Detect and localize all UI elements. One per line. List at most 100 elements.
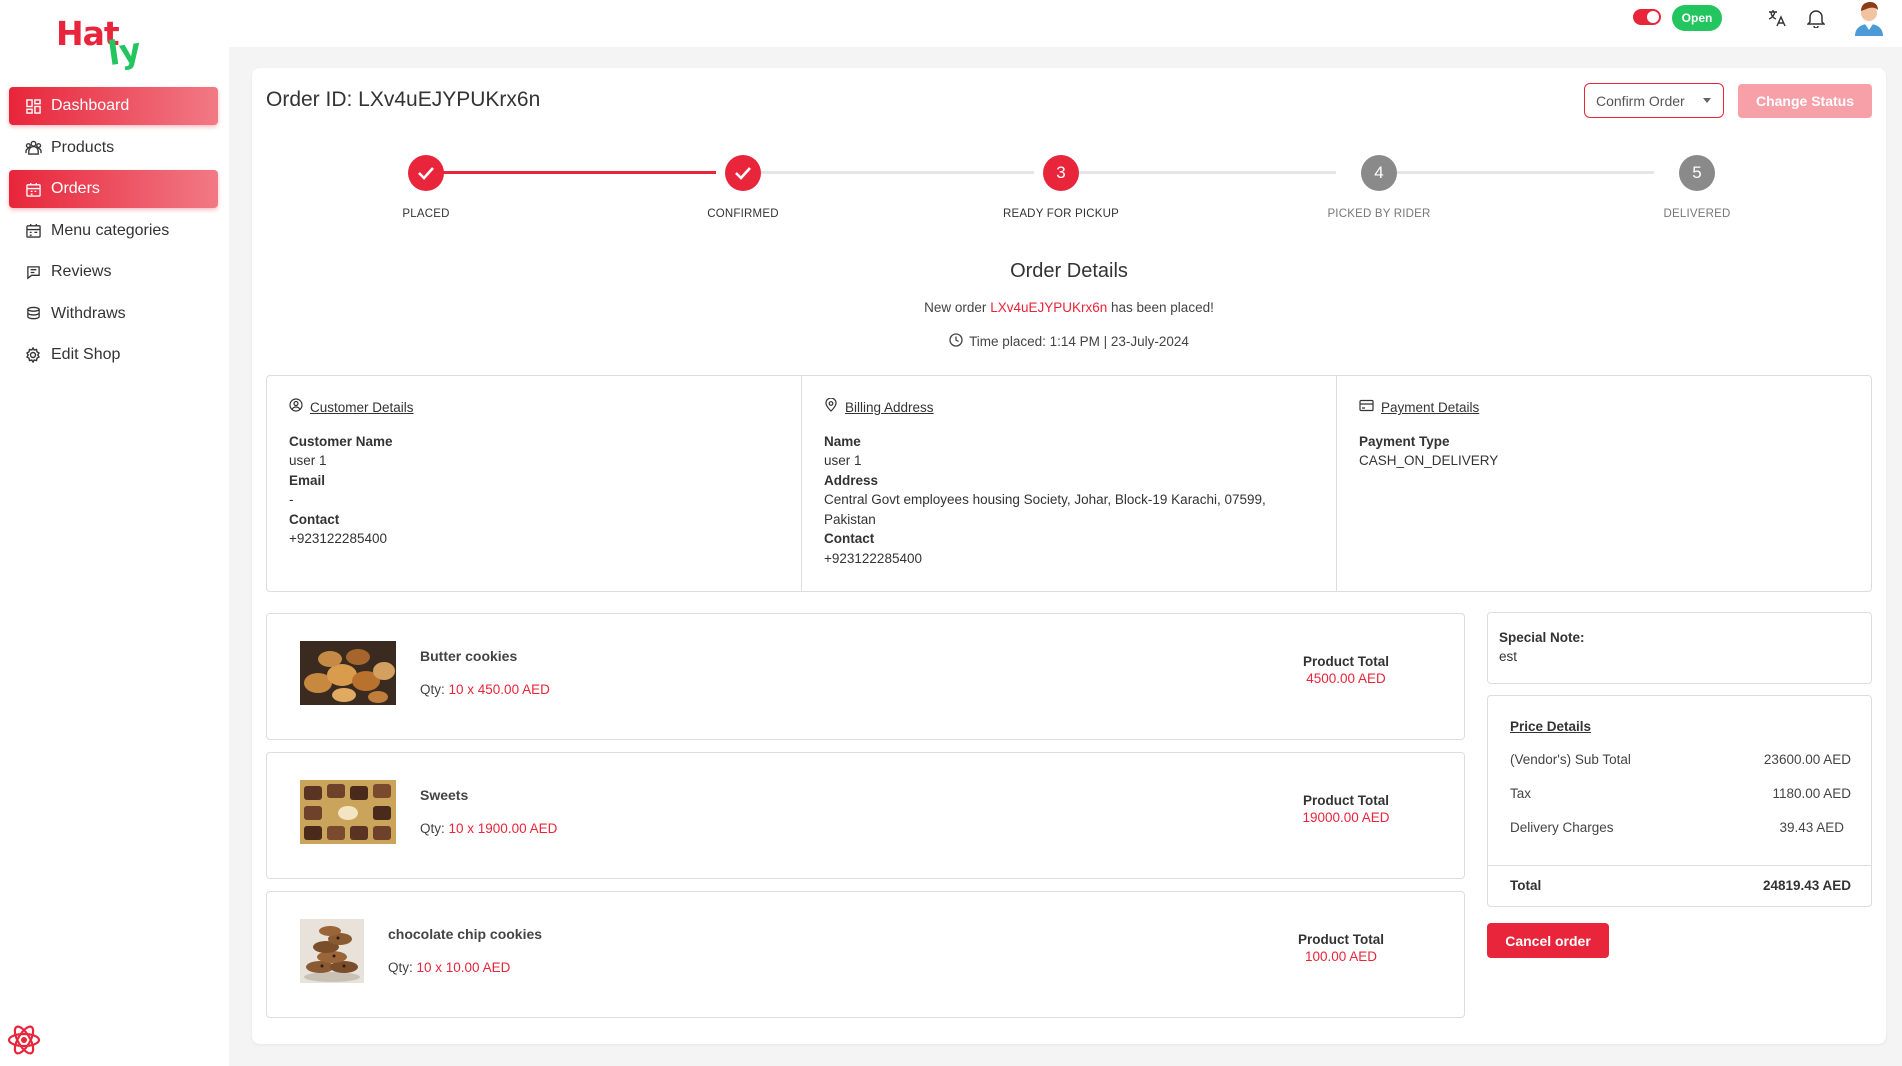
order-status-select-value: Confirm Order <box>1596 92 1685 109</box>
product-name: Butter cookies <box>420 648 518 664</box>
sidebar-item-reviews[interactable]: Reviews <box>9 253 218 291</box>
product-name: chocolate chip cookies <box>388 926 543 942</box>
logo-text-ly: ly <box>105 29 144 74</box>
order-item-card: Sweets Qty: 10 x 1900.00 AED Product Tot… <box>266 752 1465 879</box>
tax-value: 1180.00 AED <box>1772 786 1851 801</box>
customer-contact-label: Contact <box>289 511 340 527</box>
price-divider <box>1488 865 1871 866</box>
payment-details-heading[interactable]: Payment Details <box>1359 398 1849 418</box>
billing-contact-label: Contact <box>824 531 875 546</box>
sidebar-item-label: Orders <box>51 180 100 197</box>
shop-open-toggle[interactable] <box>1633 9 1661 25</box>
price-row-total: Total 24819.43 AED <box>1510 878 1851 893</box>
step-connector-pending <box>734 171 1034 174</box>
change-status-button[interactable]: Change Status <box>1738 84 1872 118</box>
step-label-picked-by-rider: PICKED BY RIDER <box>1327 208 1431 220</box>
product-total-value: 4500.00 AED <box>1306 671 1386 686</box>
order-status-select[interactable]: Confirm Order <box>1584 83 1724 118</box>
qty-value: 10 x 1900.00 AED <box>448 821 558 836</box>
product-total-value: 100.00 AED <box>1304 949 1378 964</box>
product-image-butter-cookies <box>300 641 396 705</box>
step-5-circle: 5 <box>1679 155 1715 191</box>
customer-details-heading[interactable]: Customer Details <box>289 398 779 418</box>
qty-value: 10 x 450.00 AED <box>448 682 550 697</box>
time-placed-text: Time placed: 1:14 PM | 23-July-2024 <box>969 334 1189 349</box>
qty-label: Qty: <box>420 682 449 697</box>
notification-bell-icon[interactable] <box>1805 7 1827 29</box>
customer-name-value: user 1 <box>289 453 327 468</box>
billing-address-line2: Pakistan <box>824 511 876 527</box>
sidebar-item-menu-categories[interactable]: Menu categories <box>9 212 218 250</box>
customer-details-heading-text: Customer Details <box>310 400 414 415</box>
step-connector-pending <box>1052 171 1336 174</box>
step-4-circle: 4 <box>1361 155 1397 191</box>
product-total: Product Total 100.00 AED <box>1271 932 1411 964</box>
subtotal-value: 23600.00 AED <box>1763 752 1851 767</box>
payment-details-panel: Payment Details Payment Type CASH_ON_DEL… <box>1337 376 1871 591</box>
sidebar-item-label: Dashboard <box>51 97 130 114</box>
sidebar-item-products[interactable]: Products <box>9 129 218 167</box>
payment-details-heading-text: Payment Details <box>1381 400 1480 415</box>
product-image-sweets <box>300 780 396 844</box>
step-label-placed: PLACED <box>402 208 450 220</box>
sidebar-item-label: Reviews <box>51 263 112 280</box>
qty-label: Qty: <box>420 821 449 836</box>
shop-status-badge: Open <box>1672 5 1722 31</box>
step-connector-pending <box>1370 171 1654 174</box>
step-label-delivered: DELIVERED <box>1663 208 1731 220</box>
qty-value: 10 x 10.00 AED <box>416 960 511 975</box>
user-avatar[interactable] <box>1852 0 1886 36</box>
price-row-delivery: Delivery Charges 39.43 AED <box>1510 820 1844 835</box>
sidebar-item-edit-shop[interactable]: Edit Shop <box>9 336 218 374</box>
sidebar-item-label: Withdraws <box>51 304 126 322</box>
price-details-panel: Price Details (Vendor's) Sub Total 23600… <box>1487 695 1872 907</box>
price-row-subtotal: (Vendor's) Sub Total 23600.00 AED <box>1510 752 1851 767</box>
billing-address-line1: Central Govt employees housing Society, … <box>824 492 1266 507</box>
settings-icon <box>24 346 42 364</box>
product-total-value: 19000.00 AED <box>1302 810 1390 825</box>
sidebar-item-withdraws[interactable]: Withdraws <box>9 295 218 333</box>
product-total-label: Product Total <box>1298 932 1384 947</box>
customer-email-label: Email <box>289 472 326 488</box>
user-circle-icon <box>289 398 303 418</box>
withdraws-icon <box>24 305 42 323</box>
total-label: Total <box>1510 878 1542 893</box>
customer-contact-value: +923122285400 <box>289 531 387 546</box>
billing-name-value: user 1 <box>824 453 862 468</box>
step-2-check-icon <box>725 155 761 191</box>
step-label-ready-for-pickup: READY FOR PICKUP <box>1002 208 1120 220</box>
chevron-down-icon <box>1703 98 1711 103</box>
reviews-icon <box>24 263 42 281</box>
product-quantity: Qty: 10 x 1900.00 AED <box>420 821 557 836</box>
order-time-placed: Time placed: 1:14 PM | 23-July-2024 <box>252 333 1886 350</box>
tax-label: Tax <box>1510 786 1532 801</box>
sidebar-item-orders[interactable]: Orders <box>9 170 218 208</box>
product-total: Product Total 19000.00 AED <box>1276 793 1416 825</box>
billing-contact-value: +923122285400 <box>824 550 922 566</box>
customer-details-panel: Customer Details Customer Name user 1 Em… <box>267 376 802 591</box>
price-row-tax: Tax 1180.00 AED <box>1510 786 1851 801</box>
step-connector-done <box>428 171 716 174</box>
price-details-heading: Price Details <box>1510 719 1592 734</box>
billing-address-panel: Billing Address Name user 1 Address Cent… <box>802 376 1337 591</box>
sidebar-item-dashboard[interactable]: Dashboard <box>9 87 218 125</box>
special-note-panel: Special Note: est <box>1487 612 1872 684</box>
product-image-chocolate-chip-cookies <box>300 919 364 983</box>
order-details-heading: Order Details <box>1010 260 1128 282</box>
product-name: Sweets <box>420 787 469 803</box>
brand-logo[interactable]: Hat ly <box>56 12 146 73</box>
billing-address-heading[interactable]: Billing Address <box>824 397 1314 418</box>
translate-icon[interactable] <box>1766 7 1788 29</box>
order-progress-stepper: 3 4 5 PLACED CONFIRMED READY FOR PICKUP … <box>252 152 1886 232</box>
placed-order-id-link[interactable]: LXv4uEJYPUKrx6n <box>990 300 1107 315</box>
sidebar-nav: Dashboard Products Orders Menu categorie… <box>9 87 218 378</box>
placed-prefix: New order <box>924 300 991 315</box>
step-label-confirmed: CONFIRMED <box>707 208 779 220</box>
billing-address-heading-text: Billing Address <box>845 400 934 415</box>
react-devtools-icon[interactable] <box>6 1022 42 1058</box>
product-quantity: Qty: 10 x 450.00 AED <box>420 682 550 697</box>
cancel-order-button[interactable]: Cancel order <box>1487 923 1609 958</box>
order-placed-message: New order LXv4uEJYPUKrx6n has been place… <box>252 300 1886 315</box>
step-3-circle: 3 <box>1043 155 1079 191</box>
sidebar-item-label: Products <box>51 138 115 156</box>
